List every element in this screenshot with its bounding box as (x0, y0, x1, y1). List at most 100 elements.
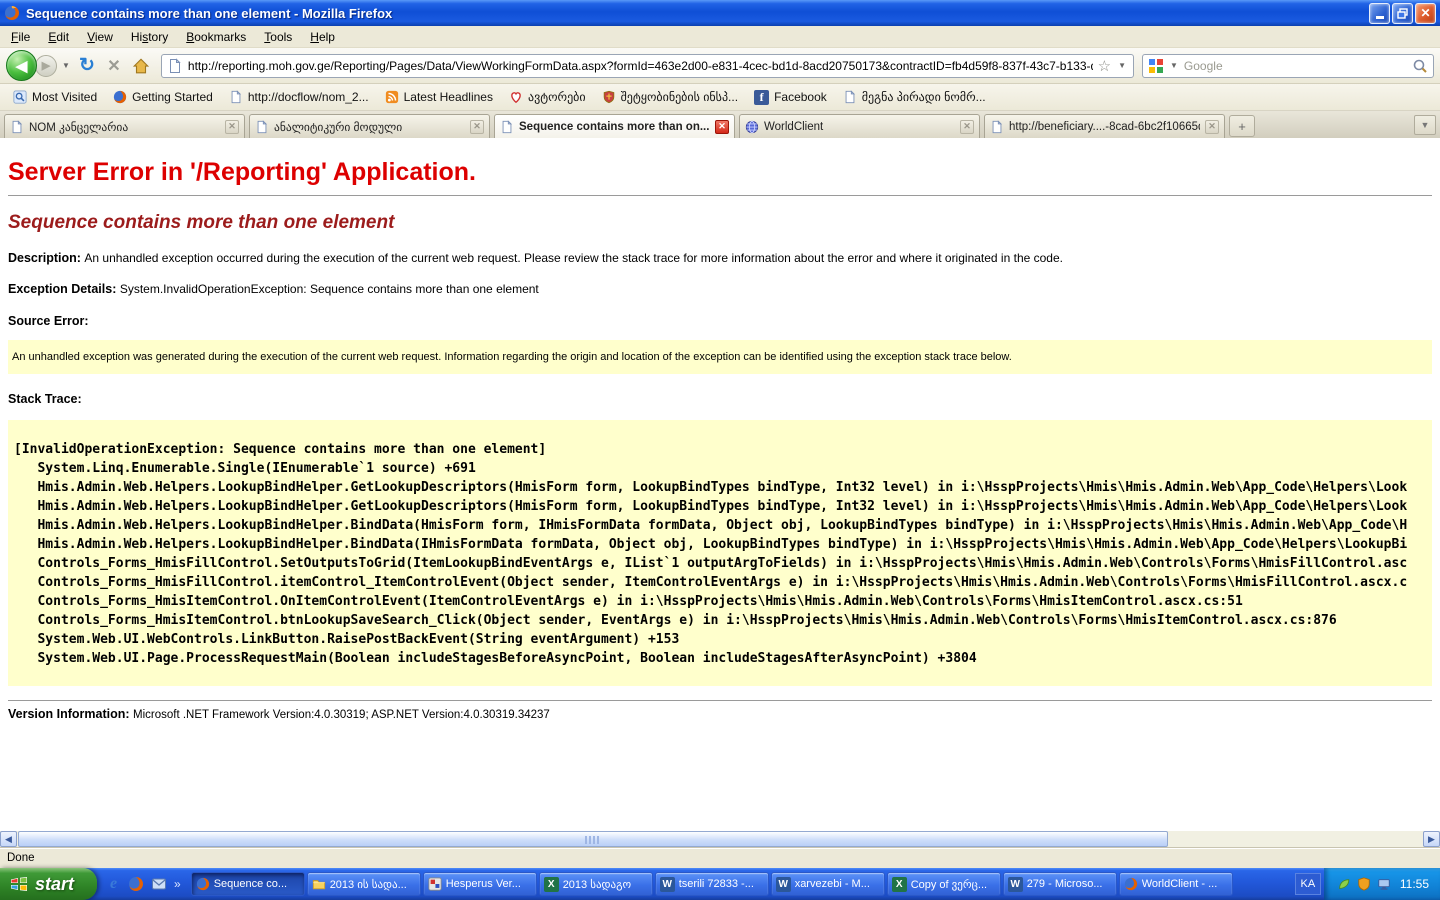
reload-button[interactable]: ↻ (75, 54, 99, 78)
taskbar-button-label: 2013 სადაგო (563, 878, 648, 891)
horizontal-scrollbar[interactable]: ◀ ▶ (0, 830, 1440, 847)
windows-flag-icon (9, 874, 29, 894)
menu-edit[interactable]: Edit (39, 27, 78, 47)
bookmark-avtorebi[interactable]: ავტორები (502, 88, 593, 106)
taskbar-button-xarvezebi[interactable]: xarvezebi - M... (771, 872, 885, 896)
taskbar-button-2013-folder[interactable]: 2013 ის სადა... (307, 872, 421, 896)
scroll-left-icon[interactable]: ◀ (0, 831, 17, 847)
forward-arrow-icon: ▶ (42, 59, 50, 72)
bookmark-label: Getting Started (132, 90, 213, 104)
forward-button[interactable]: ▶ (35, 55, 57, 77)
url-bar[interactable]: http://reporting.moh.gov.ge/Reporting/Pa… (161, 54, 1134, 78)
firefox-icon[interactable] (128, 876, 144, 892)
chevron-right-icon[interactable]: » (174, 877, 181, 891)
tab-nom-kancelaria[interactable]: NOM კანცელარია ✕ (4, 114, 245, 138)
new-tab-button[interactable]: + (1229, 115, 1255, 137)
back-button[interactable]: ◀ (6, 50, 37, 81)
list-all-tabs-icon[interactable]: ▼ (1414, 115, 1436, 135)
history-dropdown-icon[interactable]: ▼ (60, 61, 72, 70)
bookmark-getting-started[interactable]: Getting Started (106, 88, 220, 106)
bookmark-most-visited[interactable]: Most Visited (6, 88, 104, 106)
mail-app-icon[interactable] (151, 876, 167, 892)
bookmark-facebook[interactable]: Facebook (747, 88, 834, 107)
bookmark-docflow[interactable]: http://docflow/nom_2... (222, 88, 376, 106)
page-icon (229, 90, 243, 104)
taskbar-button-label: Sequence co... (214, 878, 300, 890)
taskbar-button-label: 279 - Microso... (1027, 878, 1112, 890)
word-icon (776, 877, 791, 892)
status-text: Done (7, 852, 35, 864)
scroll-right-icon[interactable]: ▶ (1423, 831, 1440, 847)
system-tray: 11:55 (1324, 868, 1440, 900)
page-icon (10, 120, 24, 134)
taskbar-button-sequence[interactable]: Sequence co... (191, 872, 305, 896)
divider (8, 195, 1432, 196)
bookmark-latest-headlines[interactable]: Latest Headlines (378, 88, 500, 106)
minimize-button[interactable] (1369, 3, 1390, 24)
menu-history[interactable]: History (122, 27, 177, 47)
tab-close-icon[interactable]: ✕ (470, 120, 484, 134)
bookmark-megna[interactable]: მეგნა პირადი ნომრ... (836, 88, 993, 106)
taskbar-button-tserili[interactable]: tserili 72833 -... (655, 872, 769, 896)
leaf-tray-icon[interactable] (1337, 877, 1351, 891)
clock[interactable]: 11:55 (1400, 877, 1429, 891)
description-label: Description: (8, 251, 84, 265)
home-button[interactable] (129, 54, 153, 78)
stop-button[interactable]: ✕ (102, 54, 126, 78)
bookmark-label: http://docflow/nom_2... (248, 90, 369, 104)
shield-tray-icon[interactable] (1357, 877, 1371, 891)
facebook-icon (754, 90, 769, 105)
page-content: Server Error in '/Reporting' Application… (0, 138, 1440, 830)
tab-worldclient[interactable]: WorldClient ✕ (739, 114, 980, 138)
tab-close-icon[interactable]: ✕ (225, 120, 239, 134)
page-icon (167, 58, 183, 74)
tab-analitikuri-moduli[interactable]: ანალიტიკური მოდული ✕ (249, 114, 490, 138)
folder-icon (312, 877, 326, 891)
taskbar-button-worldclient[interactable]: WorldClient - ... (1119, 872, 1233, 896)
back-arrow-icon: ◀ (16, 57, 28, 75)
search-engine-dropdown-icon[interactable]: ▼ (1168, 61, 1180, 70)
menu-bar: File Edit View History Bookmarks Tools H… (0, 26, 1440, 48)
tab-beneficiary[interactable]: http://beneficiary....-8cad-6bc2f10665d0… (984, 114, 1225, 138)
taskbar-button-copy-of[interactable]: Copy of ვერც... (887, 872, 1001, 896)
url-text[interactable]: http://reporting.moh.gov.ge/Reporting/Pa… (188, 59, 1093, 73)
close-button[interactable]: ✕ (1415, 3, 1436, 24)
url-dropdown-icon[interactable]: ▼ (1116, 61, 1128, 70)
taskbar-button-label: 2013 ის სადა... (330, 878, 416, 891)
taskbar-button-2013-excel[interactable]: 2013 სადაგო (539, 872, 653, 896)
restore-button[interactable] (1392, 3, 1413, 24)
globe-icon (745, 120, 759, 134)
menu-bookmarks[interactable]: Bookmarks (177, 27, 255, 47)
taskbar-button-279[interactable]: 279 - Microso... (1003, 872, 1117, 896)
language-indicator[interactable]: KA (1295, 873, 1321, 895)
menu-view[interactable]: View (78, 27, 122, 47)
search-magnifier-icon[interactable] (1412, 58, 1428, 74)
reload-icon: ↻ (79, 54, 95, 77)
tab-sequence-error[interactable]: Sequence contains more than on... ✕ (494, 114, 735, 138)
tab-close-icon[interactable]: ✕ (1205, 120, 1219, 134)
error-description: Description: An unhandled exception occu… (8, 251, 1432, 265)
menu-file[interactable]: File (2, 27, 39, 47)
emblem-icon (602, 90, 616, 104)
search-box[interactable]: ▼ Google (1142, 54, 1434, 78)
firefox-icon (4, 5, 20, 21)
internet-explorer-icon[interactable] (106, 877, 121, 892)
scrollbar-thumb[interactable] (18, 831, 1168, 847)
bookmark-label: Latest Headlines (404, 90, 493, 104)
bookmark-star-icon[interactable]: ☆ (1098, 57, 1111, 75)
bookmark-label: ავტორები (528, 90, 586, 104)
bookmark-shetyobineba[interactable]: შეტყობინების ინსპ... (595, 88, 745, 106)
tab-label: NOM კანცელარია (29, 120, 220, 134)
version-label: Version Information: (8, 707, 133, 721)
menu-tools[interactable]: Tools (255, 27, 301, 47)
tab-close-icon[interactable]: ✕ (715, 120, 729, 134)
taskbar-button-hesperus[interactable]: Hesperus Ver... (423, 872, 537, 896)
search-input[interactable]: Google (1184, 59, 1408, 73)
tab-close-icon[interactable]: ✕ (960, 120, 974, 134)
start-button[interactable]: start (0, 868, 97, 900)
menu-help[interactable]: Help (301, 27, 344, 47)
display-tray-icon[interactable] (1377, 877, 1391, 891)
error-title: Server Error in '/Reporting' Application… (8, 158, 1432, 187)
page-icon (990, 120, 1004, 134)
stack-trace-box: [InvalidOperationException: Sequence con… (8, 420, 1432, 686)
